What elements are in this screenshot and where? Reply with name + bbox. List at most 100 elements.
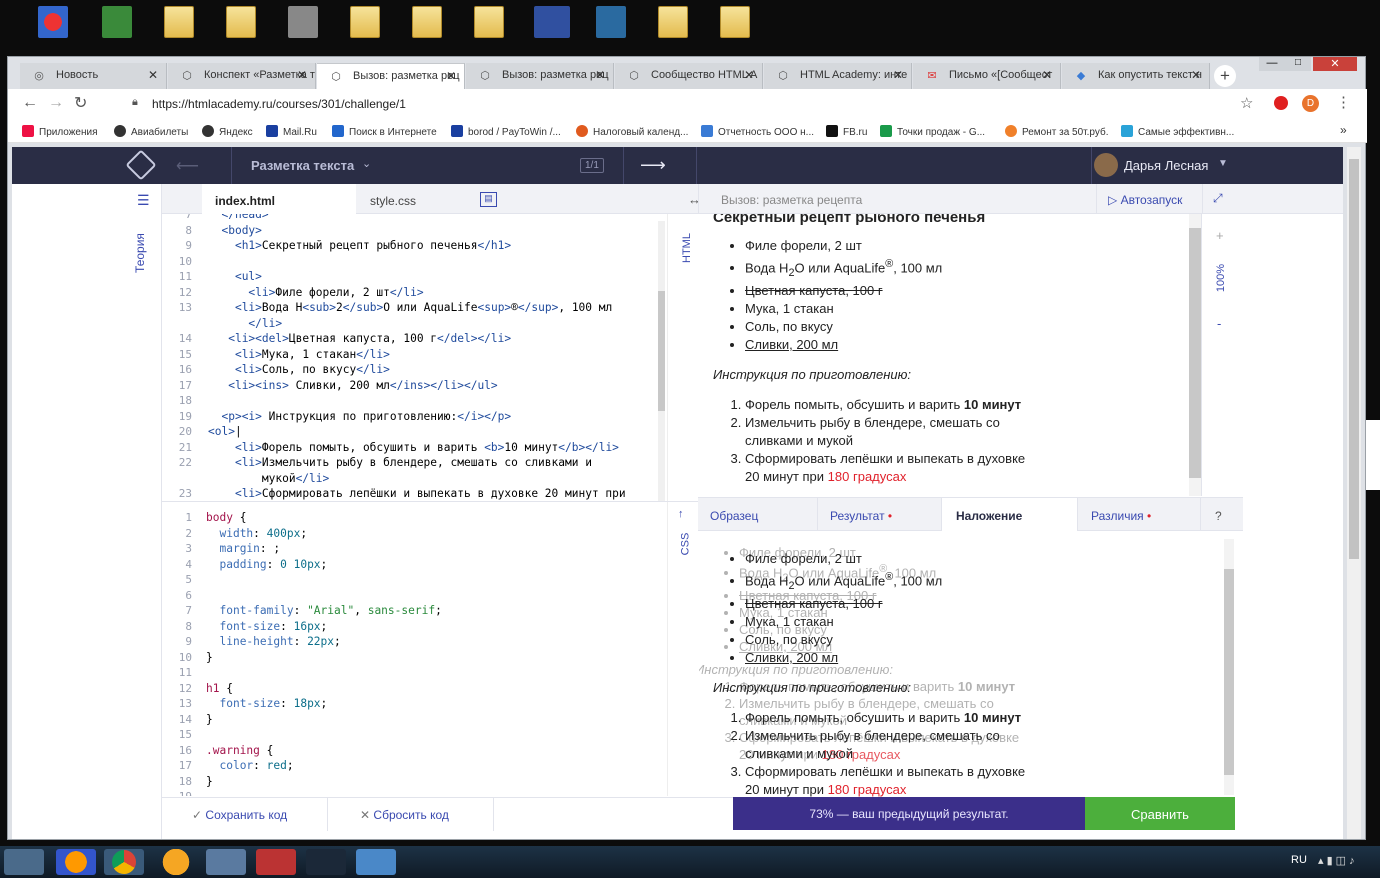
html-scrollbar[interactable] <box>658 221 665 501</box>
back-arrow-icon[interactable]: ← <box>22 94 38 112</box>
prev-arrow-icon[interactable]: ⟵ <box>176 156 199 176</box>
theory-toggle[interactable]: Теория <box>133 233 147 273</box>
bookmark[interactable]: Налоговый календ... <box>576 125 688 138</box>
autorun-toggle[interactable]: ▷ Автозапуск <box>1108 193 1182 207</box>
bookmark[interactable]: borod / PayToWin /... <box>451 125 561 138</box>
page-scrollbar[interactable] <box>1347 147 1361 839</box>
browser-tab[interactable]: ◎ Новость ✕ <box>20 63 167 89</box>
firefox-icon[interactable] <box>56 849 96 875</box>
close-tab-icon[interactable]: ✕ <box>446 69 456 83</box>
css-code[interactable]: body { width: 400px; margin: ; padding: … <box>206 510 442 789</box>
folder-icon[interactable] <box>720 6 750 38</box>
bookmark[interactable]: Точки продаж - G... <box>880 125 985 138</box>
html-editor[interactable]: 7 8 9 10 11 12 13 14 15 16 17 18 19 20 2… <box>162 214 667 501</box>
profile-avatar[interactable]: D <box>1302 95 1319 112</box>
reset-label: Сбросить код <box>373 808 449 822</box>
user-name[interactable]: Дарья Лесная <box>1124 158 1208 173</box>
forward-arrow-icon[interactable]: → <box>48 94 64 112</box>
arrow-up-icon[interactable]: ↑ <box>678 508 684 520</box>
bookmark[interactable]: Ремонт за 50т.руб. <box>1005 125 1108 138</box>
save-code-button[interactable]: ✓ Сохранить код <box>162 798 328 831</box>
css-editor[interactable]: 1 2 3 4 5 6 7 8 9 10 11 12 13 14 15 16 1… <box>162 502 667 796</box>
reload-icon[interactable]: ↻ <box>74 93 87 113</box>
html-label[interactable]: HTML <box>681 233 693 263</box>
url-input[interactable]: https://htmlacademy.ru/courses/301/chall… <box>152 97 406 111</box>
close-tab-icon[interactable]: ✕ <box>1042 68 1052 82</box>
folder-icon[interactable] <box>474 6 504 38</box>
app-icon[interactable] <box>206 849 246 875</box>
paint-icon[interactable] <box>356 849 396 875</box>
tab-result[interactable]: Результат • <box>818 498 942 531</box>
steps-list: Форель помыть, обсушить и варить 10 мину… <box>713 396 1043 486</box>
preview-scrollbar[interactable] <box>1189 214 1201 496</box>
extension-icon[interactable] <box>1274 96 1288 110</box>
new-tab-button[interactable]: + <box>1214 65 1236 87</box>
close-tab-icon[interactable]: ✕ <box>297 68 307 82</box>
app-icon[interactable] <box>156 849 196 875</box>
menu-icon[interactable]: ☰ <box>137 192 150 209</box>
chevron-down-icon[interactable]: ⌄ <box>362 157 371 170</box>
lock-icon[interactable]: 🔒︎ <box>132 96 138 109</box>
tab-diff[interactable]: Различия • <box>1077 498 1201 531</box>
desktop-icon-3[interactable] <box>288 6 318 38</box>
browser-tab[interactable]: ✉ Письмо «[Сообщест ✕ <box>913 63 1061 89</box>
bookmark-apps[interactable]: Приложения <box>22 125 98 138</box>
bookmark[interactable]: Поиск в Интернете <box>332 125 437 138</box>
section-title[interactable]: Разметка текста <box>251 158 354 173</box>
bookmark[interactable]: Отчетность ООО н... <box>701 125 814 138</box>
caret-down-icon[interactable]: ▼ <box>1218 158 1228 169</box>
bookmark[interactable]: Яндекс <box>202 125 253 138</box>
browser-tab[interactable]: ◆ Как опустить текст н ✕ <box>1062 63 1210 89</box>
overlay-scrollbar[interactable] <box>1224 539 1234 795</box>
zoom-in-button[interactable]: + <box>1216 228 1224 243</box>
next-arrow-icon[interactable]: ⟶ <box>640 155 666 176</box>
autorun-label: Автозапуск <box>1120 193 1183 207</box>
reset-code-button[interactable]: ✕ Сбросить код <box>328 798 494 831</box>
app-icon[interactable] <box>256 849 296 875</box>
close-tab-icon[interactable]: ✕ <box>595 68 605 82</box>
bookmark[interactable]: Самые эффективн... <box>1121 125 1234 138</box>
html-code[interactable]: </head> <body> <h1>Секретный рецепт рыбн… <box>208 214 626 501</box>
folder-icon[interactable] <box>658 6 688 38</box>
chrome-taskbar-button[interactable] <box>104 849 144 875</box>
more-bookmarks-icon[interactable]: » <box>1340 123 1347 137</box>
close-tab-icon[interactable]: ✕ <box>893 68 903 82</box>
tab-style-css[interactable]: style.css <box>370 194 416 208</box>
folder-icon[interactable] <box>164 6 194 38</box>
bookmark[interactable]: Авиабилеты <box>114 125 188 138</box>
bookmark[interactable]: FB.ru <box>826 125 867 138</box>
tab-index-html[interactable]: index.html <box>202 184 356 214</box>
browser-tab[interactable]: ⬡ Сообщество HTML A ✕ <box>615 63 763 89</box>
desktop-icon-1[interactable] <box>38 6 68 38</box>
explorer-icon[interactable] <box>4 849 44 875</box>
fullscreen-icon[interactable]: ⤢ <box>1213 191 1223 206</box>
desktop-icon-4[interactable] <box>534 6 570 38</box>
compare-button[interactable]: Сравнить <box>1085 797 1235 830</box>
star-icon[interactable]: ☆ <box>1240 94 1253 112</box>
help-button[interactable]: ? <box>1215 509 1222 523</box>
close-tab-icon[interactable]: ✕ <box>744 68 754 82</box>
logo-icon[interactable] <box>125 149 157 181</box>
split-view-icon[interactable]: ▤ <box>480 192 497 207</box>
browser-tab[interactable]: ⬡ Конспект «Разметка т ✕ <box>168 63 316 89</box>
tray-icons[interactable]: ▴ ▮ ◫ ♪ <box>1318 854 1355 867</box>
browser-tab[interactable]: ⬡ Вызов: разметка рец ✕ <box>466 63 614 89</box>
bookmark[interactable]: Mail.Ru <box>266 125 317 138</box>
steam-icon[interactable] <box>306 849 346 875</box>
browser-tab[interactable]: ⬡ HTML Academy: инте ✕ <box>764 63 912 89</box>
folder-icon[interactable] <box>412 6 442 38</box>
zoom-out-button[interactable]: - <box>1217 316 1221 331</box>
browser-tab-active[interactable]: ⬡ Вызов: разметка рец ✕ <box>317 63 465 89</box>
folder-icon[interactable] <box>350 6 380 38</box>
menu-kebab-icon[interactable]: ⋮ <box>1336 93 1351 111</box>
close-tab-icon[interactable]: ✕ <box>148 68 158 82</box>
css-label[interactable]: CSS <box>679 533 691 556</box>
close-tab-icon[interactable]: ✕ <box>1191 68 1201 82</box>
desktop-icon-2[interactable] <box>102 6 132 38</box>
tab-overlay[interactable]: Наложение <box>942 498 1077 532</box>
tab-sample[interactable]: Образец <box>698 498 818 531</box>
desktop-icon-5[interactable] <box>596 6 626 38</box>
language-indicator[interactable]: RU <box>1291 854 1307 866</box>
avatar[interactable] <box>1094 153 1118 177</box>
folder-icon[interactable] <box>226 6 256 38</box>
